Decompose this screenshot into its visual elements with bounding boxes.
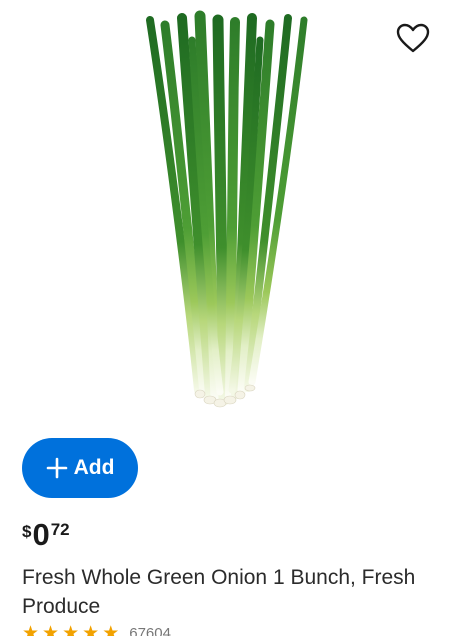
product-title[interactable]: Fresh Whole Green Onion 1 Bunch, Fresh P… — [22, 563, 442, 621]
add-to-cart-button[interactable]: Add — [22, 438, 138, 498]
rating-count: 67604 — [129, 624, 171, 636]
favorite-button[interactable] — [393, 20, 433, 56]
heart-outline-icon — [396, 23, 430, 53]
product-image[interactable] — [120, 10, 320, 410]
plus-icon — [46, 457, 67, 479]
star-icon: ★ — [102, 622, 120, 636]
rating-stars: ★ ★ ★ ★ ★ — [22, 624, 119, 636]
add-button-label: Add — [73, 456, 115, 479]
product-rating[interactable]: ★ ★ ★ ★ ★ 67604 — [22, 624, 171, 636]
price-dollars: 0 — [32, 517, 50, 552]
product-price: $ 0 72 — [22, 518, 70, 552]
star-icon: ★ — [22, 622, 40, 636]
product-card[interactable]: Add $ 0 72 Fresh Whole Green Onion 1 Bun… — [0, 0, 450, 636]
price-currency: $ — [22, 522, 32, 541]
star-icon: ★ — [42, 622, 60, 636]
price-cents: 72 — [50, 520, 70, 539]
star-icon: ★ — [82, 622, 100, 636]
star-icon: ★ — [62, 622, 80, 636]
